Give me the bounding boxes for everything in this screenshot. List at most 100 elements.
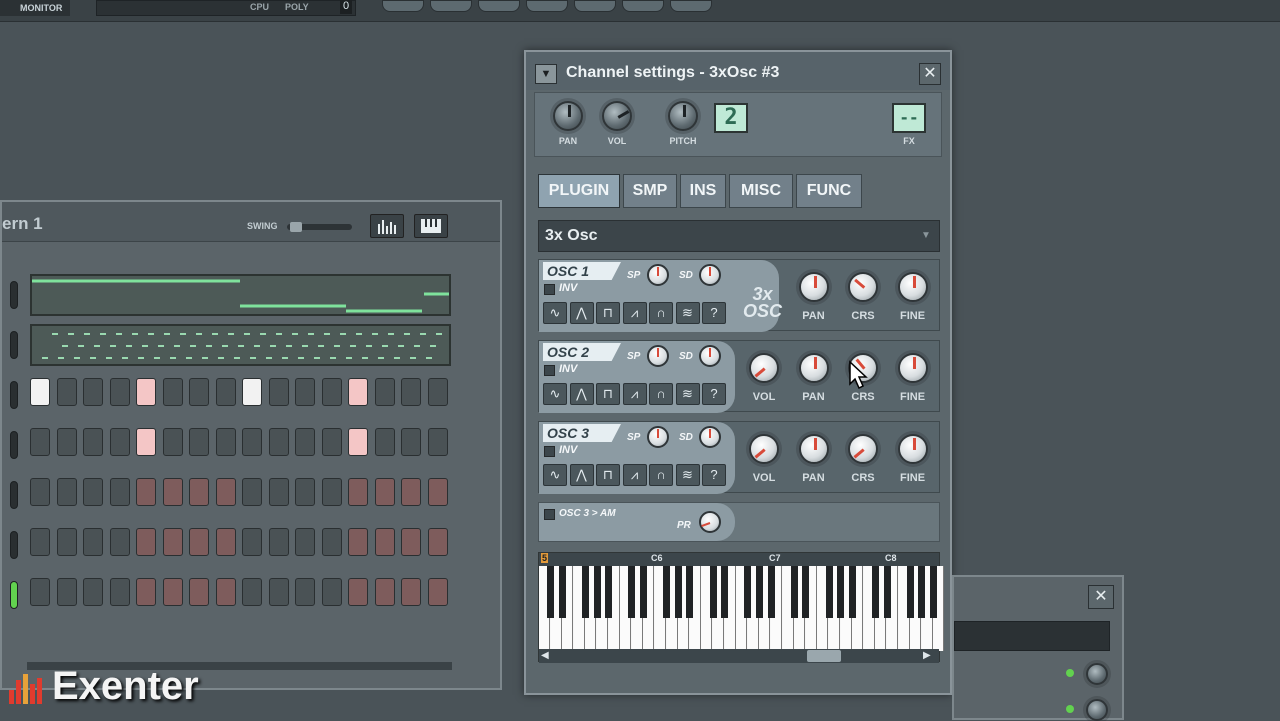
step-button[interactable] [215, 528, 236, 556]
step-button[interactable] [136, 578, 156, 606]
saw-wave-button[interactable]: ⩘ [622, 383, 647, 405]
channel-graph-row[interactable] [30, 324, 451, 366]
step-button[interactable] [295, 428, 315, 456]
black-key[interactable] [790, 566, 798, 618]
channel-volume-knob[interactable] [602, 101, 632, 131]
black-key[interactable] [837, 566, 845, 618]
black-key[interactable] [918, 566, 926, 618]
noise-wave-button[interactable]: ≋ [675, 383, 700, 405]
mixer-track-selector[interactable]: 2 [714, 103, 748, 133]
fx-selector[interactable]: -- [892, 103, 926, 133]
step-button[interactable] [56, 578, 77, 606]
step-button[interactable] [56, 428, 77, 456]
black-key[interactable] [674, 566, 682, 618]
step-button[interactable] [295, 528, 315, 556]
step-button[interactable] [109, 478, 130, 506]
step-button[interactable] [295, 578, 315, 606]
crs-knob[interactable] [848, 434, 878, 464]
channel-pan-knob[interactable] [553, 101, 583, 131]
toolbar-button-2[interactable] [430, 0, 472, 12]
secondary-field[interactable] [954, 621, 1110, 651]
swing-slider-thumb[interactable] [290, 222, 302, 232]
step-button[interactable] [162, 428, 183, 456]
toolbar-button-1[interactable] [382, 0, 424, 12]
stereo-phase-knob[interactable] [647, 345, 669, 367]
channel-mute-led[interactable] [10, 581, 18, 609]
step-button[interactable] [401, 378, 421, 406]
invert-checkbox[interactable] [544, 365, 555, 376]
pattern-selector[interactable]: ern 1 [2, 214, 43, 234]
plugin-selector[interactable]: 3x Osc [538, 220, 940, 252]
step-button[interactable] [215, 478, 236, 506]
crs-knob[interactable] [848, 272, 878, 302]
step-button[interactable] [189, 478, 209, 506]
pan-knob[interactable] [798, 272, 829, 302]
stereo-phase-knob[interactable] [647, 426, 669, 448]
step-button[interactable] [348, 478, 368, 506]
step-button[interactable] [268, 428, 289, 456]
step-button[interactable] [374, 578, 395, 606]
step-button[interactable] [242, 578, 262, 606]
step-button[interactable] [321, 578, 342, 606]
custom-wave-button[interactable]: ? [702, 464, 726, 486]
secondary-knob[interactable] [1086, 663, 1108, 685]
black-key[interactable] [581, 566, 589, 618]
phase-randomness-knob[interactable] [699, 511, 721, 533]
step-button[interactable] [56, 528, 77, 556]
step-button[interactable] [136, 428, 156, 456]
step-button[interactable] [401, 428, 421, 456]
step-button[interactable] [427, 478, 448, 506]
step-button[interactable] [242, 428, 262, 456]
noise-wave-button[interactable]: ≋ [675, 302, 700, 324]
root-marker[interactable]: 5 [541, 553, 549, 563]
step-button[interactable] [268, 578, 289, 606]
tab-misc[interactable]: MISC [729, 174, 793, 208]
keyboard-scrollbar[interactable]: ◀ ▶ [539, 649, 939, 663]
square-wave-button[interactable]: ⊓ [596, 302, 620, 324]
fine-knob[interactable] [897, 434, 928, 464]
square-wave-button[interactable]: ⊓ [596, 464, 620, 486]
channel-mute-led[interactable] [10, 331, 18, 359]
step-button[interactable] [136, 528, 156, 556]
step-button[interactable] [321, 428, 342, 456]
channel-mute-led[interactable] [10, 531, 18, 559]
black-key[interactable] [871, 566, 879, 618]
step-button[interactable] [427, 378, 448, 406]
fine-knob[interactable] [897, 272, 928, 302]
stereo-detune-knob[interactable] [699, 264, 721, 286]
step-button[interactable] [374, 378, 395, 406]
step-button[interactable] [30, 528, 50, 556]
tab-func[interactable]: FUNC [796, 174, 862, 208]
stereo-phase-knob[interactable] [647, 264, 669, 286]
step-button[interactable] [215, 378, 236, 406]
black-key[interactable] [709, 566, 717, 618]
black-key[interactable] [663, 566, 671, 618]
saw-wave-button[interactable]: ⩘ [622, 464, 647, 486]
rounded-saw-wave-button[interactable]: ∩ [649, 464, 673, 486]
vol-knob[interactable] [749, 353, 779, 383]
sine-wave-button[interactable]: ∿ [543, 302, 567, 324]
step-button[interactable] [30, 378, 50, 406]
step-button[interactable] [427, 528, 448, 556]
step-button[interactable] [242, 478, 262, 506]
step-button[interactable] [348, 528, 368, 556]
step-button[interactable] [109, 378, 130, 406]
black-key[interactable] [639, 566, 647, 618]
invert-checkbox[interactable] [544, 446, 555, 457]
step-button[interactable] [321, 478, 342, 506]
custom-wave-button[interactable]: ? [702, 383, 726, 405]
step-button[interactable] [109, 528, 130, 556]
toolbar-button-7[interactable] [670, 0, 712, 12]
step-button[interactable] [109, 578, 130, 606]
toolbar-button-3[interactable] [478, 0, 520, 12]
step-button[interactable] [30, 578, 50, 606]
toolbar-button-5[interactable] [574, 0, 616, 12]
graph-editor-button[interactable] [370, 214, 404, 238]
am-checkbox[interactable] [544, 509, 555, 520]
fine-knob[interactable] [897, 353, 928, 383]
triangle-wave-button[interactable]: ⋀ [569, 464, 594, 486]
toolbar-button-4[interactable] [526, 0, 568, 12]
step-button[interactable] [189, 578, 209, 606]
square-wave-button[interactable]: ⊓ [596, 383, 620, 405]
step-button[interactable] [30, 428, 50, 456]
